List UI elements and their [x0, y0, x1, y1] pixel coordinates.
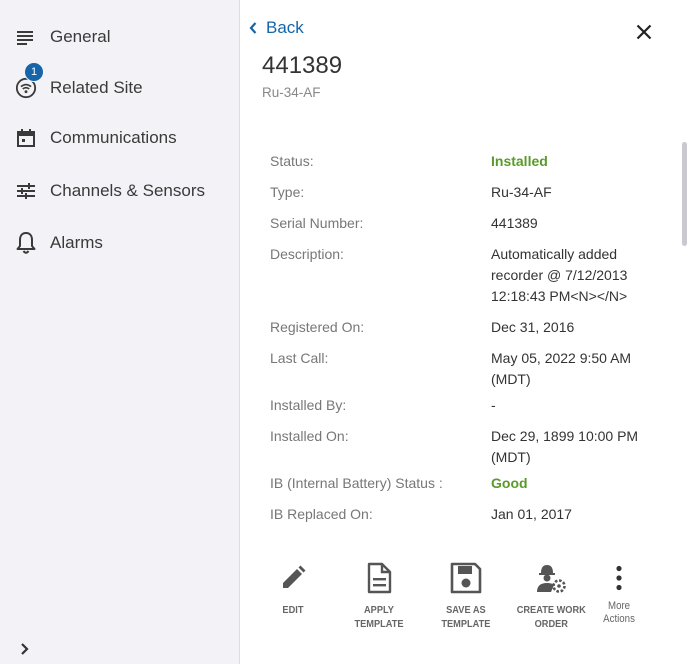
- sidebar-item-general[interactable]: General: [0, 15, 239, 59]
- close-icon: [636, 24, 652, 40]
- last-call-label: Last Call:: [270, 350, 329, 366]
- edit-label: EDIT: [282, 604, 304, 616]
- sliders-icon: [15, 180, 37, 202]
- status-value: Installed: [491, 153, 548, 169]
- sidebar-item-channels-sensors[interactable]: Channels & Sensors: [0, 169, 239, 213]
- save-as-template-button[interactable]: SAVE AS TEMPLATE: [436, 562, 496, 631]
- apply-template-button[interactable]: APPLY TEMPLATE: [334, 562, 424, 631]
- status-label: Status:: [270, 153, 314, 169]
- save-as-template-label: SAVE AS TEMPLATE: [441, 604, 491, 630]
- scrollbar-thumb[interactable]: [682, 142, 687, 246]
- apply-template-label: APPLY TEMPLATE: [354, 604, 404, 630]
- type-value: Ru-34-AF: [491, 184, 552, 200]
- create-work-order-label: CREATE WORK ORDER: [516, 604, 586, 630]
- edit-button[interactable]: EDIT: [273, 562, 313, 617]
- installed-by-value: -: [491, 397, 496, 413]
- registered-on-label: Registered On:: [270, 319, 365, 335]
- last-call-value: May 05, 2022 9:50 AM (MDT): [491, 350, 632, 387]
- create-work-order-button[interactable]: CREATE WORK ORDER: [509, 562, 593, 631]
- back-button[interactable]: Back: [248, 17, 304, 39]
- registered-on-value: Dec 31, 2016: [491, 319, 575, 335]
- calendar-icon: [15, 127, 37, 149]
- more-vertical-icon: [603, 562, 635, 594]
- serial-number-value: 441389: [491, 215, 538, 231]
- sidebar-item-label: Channels & Sensors: [50, 181, 205, 200]
- description-label: Description:: [270, 246, 344, 262]
- sidebar-item-label: Related Site: [50, 78, 143, 97]
- serial-number-label: Serial Number:: [270, 215, 364, 231]
- ib-status-value: Good: [491, 475, 528, 491]
- chevron-right-icon[interactable]: [16, 640, 34, 658]
- chevron-left-icon: [249, 22, 257, 34]
- document-icon: [363, 562, 395, 594]
- bell-icon: [15, 232, 37, 254]
- type-label: Type:: [270, 184, 305, 200]
- action-bar: EDIT APPLY TEMPLATE SAVE AS TEMPLATE CREA…: [241, 562, 690, 642]
- notification-badge: 1: [24, 62, 44, 82]
- installed-on-value: Dec 29, 1899 10:00 PM (MDT): [491, 428, 639, 465]
- ib-status-label: IB (Internal Battery) Status :: [270, 475, 443, 491]
- close-button[interactable]: [632, 20, 656, 44]
- pencil-icon: [277, 562, 309, 594]
- sidebar-item-label: Alarms: [50, 233, 103, 252]
- installed-on-label: Installed On:: [270, 428, 349, 444]
- floppy-disk-icon: [450, 562, 482, 594]
- worker-gear-icon: [535, 562, 567, 594]
- sidebar: General Related Site 1 Communications Ch…: [0, 0, 240, 664]
- description-value: Automatically added recorder @ 7/12/2013…: [491, 246, 628, 304]
- installed-by-label: Installed By:: [270, 397, 347, 413]
- more-actions-label: More Actions: [603, 600, 635, 625]
- detail-panel: Back 441389 Ru-34-AF Status: Installed T…: [241, 0, 690, 664]
- more-actions-button[interactable]: More Actions: [598, 562, 640, 626]
- sidebar-item-communications[interactable]: Communications: [0, 116, 239, 160]
- sidebar-item-label: General: [50, 27, 111, 46]
- ib-replaced-on-value: Jan 01, 2017: [491, 506, 572, 522]
- back-label: Back: [266, 18, 304, 37]
- sidebar-item-label: Communications: [50, 128, 177, 147]
- ib-replaced-on-label: IB Replaced On:: [270, 506, 373, 522]
- page-title: 441389: [262, 52, 343, 79]
- page-subtitle: Ru-34-AF: [262, 85, 321, 100]
- list-lines-icon: [15, 26, 37, 48]
- sidebar-item-alarms[interactable]: Alarms: [0, 221, 239, 265]
